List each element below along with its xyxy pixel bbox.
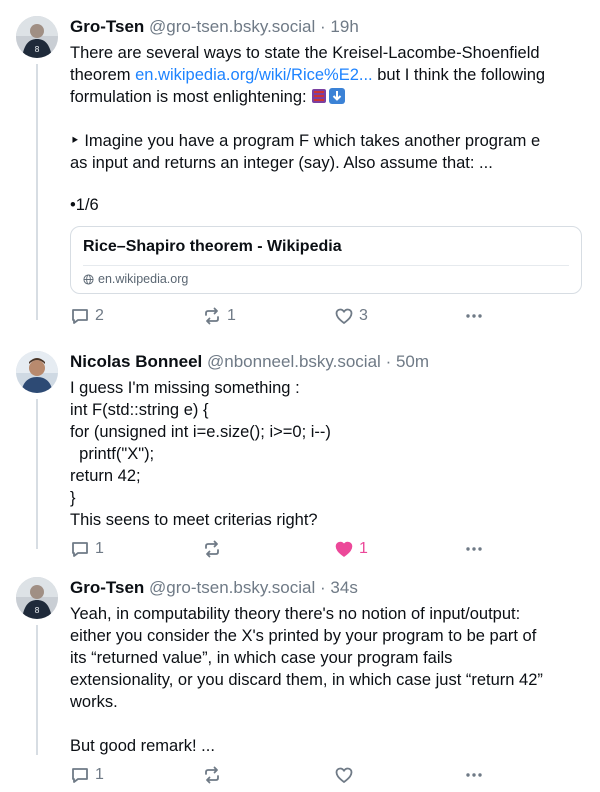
text-line: There are several ways to state the Krei… xyxy=(70,44,540,62)
svg-text:8: 8 xyxy=(34,606,39,615)
text-line: extensionality, or you discard them, in … xyxy=(70,671,543,689)
author-name[interactable]: Nicolas Bonneel xyxy=(70,352,202,371)
text-line: for (unsigned int i=e.size(); i>=0; i--) xyxy=(70,423,331,441)
avatar[interactable]: 8 xyxy=(16,16,58,58)
separator: · xyxy=(320,578,326,597)
post-time[interactable]: 34s xyxy=(330,578,357,597)
post-header: Nicolas Bonneel @nbonneel.bsky.social · … xyxy=(70,351,584,373)
card-domain: en.wikipedia.org xyxy=(83,272,569,286)
text-line: Yeah, in computability theory there's no… xyxy=(70,605,521,623)
text-line: printf("X"); xyxy=(70,445,155,463)
text-segment: but I think the following xyxy=(372,66,546,84)
text-line: works. xyxy=(70,693,118,711)
arrow-down-emoji-icon xyxy=(329,88,346,104)
inline-link[interactable]: en.wikipedia.org/wiki/Rice%E2... xyxy=(135,66,373,84)
avatar[interactable] xyxy=(16,351,58,393)
separator: · xyxy=(320,17,326,36)
post-header: Gro-Tsen @gro-tsen.bsky.social · 34s xyxy=(70,577,584,599)
card-domain-text: en.wikipedia.org xyxy=(98,272,189,286)
text-line: •1/6 xyxy=(70,196,99,214)
post-time[interactable]: 19h xyxy=(330,17,358,36)
svg-text:8: 8 xyxy=(34,45,39,54)
card-divider xyxy=(83,265,569,266)
post-time[interactable]: 50m xyxy=(396,352,429,371)
post[interactable]: 8 Gro-Tsen @gro-tsen.bsky.social · 19h T… xyxy=(0,0,600,325)
reply-button[interactable]: 1 xyxy=(70,765,202,785)
thread-line xyxy=(36,625,38,755)
more-icon xyxy=(466,773,482,777)
reply-icon xyxy=(72,768,88,783)
post-text: Yeah, in computability theory there's no… xyxy=(70,603,584,757)
author-name[interactable]: Gro-Tsen xyxy=(70,17,144,36)
author-name[interactable]: Gro-Tsen xyxy=(70,578,144,597)
thread-emoji-icon xyxy=(311,88,327,104)
thread-line xyxy=(36,399,38,549)
text-line: This seens to meet criterias right? xyxy=(70,511,318,529)
text-line: formulation is most enlightening: xyxy=(70,86,584,108)
text-line: return 42; xyxy=(70,467,141,485)
text-line: theorem en.wikipedia.org/wiki/Rice%E2...… xyxy=(70,64,584,86)
post[interactable]: Nicolas Bonneel @nbonneel.bsky.social · … xyxy=(0,314,600,558)
link-card[interactable]: Rice–Shapiro theorem - Wikipedia en.wiki… xyxy=(70,226,582,294)
text-segment: theorem xyxy=(70,66,136,84)
card-title: Rice–Shapiro theorem - Wikipedia xyxy=(83,238,342,255)
author-handle[interactable]: @nbonneel.bsky.social xyxy=(207,352,381,371)
repost-button[interactable] xyxy=(202,765,334,785)
text-line: its “returned value”, in which case your… xyxy=(70,649,453,667)
globe-icon xyxy=(83,273,94,285)
text-line: either you consider the X's printed by y… xyxy=(70,627,537,645)
text-line: I guess I'm missing something : xyxy=(70,379,300,397)
text-line: int F(std::string e) { xyxy=(70,401,209,419)
author-handle[interactable]: @gro-tsen.bsky.social xyxy=(149,578,315,597)
text-line: as input and returns an integer (say). A… xyxy=(70,154,493,172)
avatar[interactable]: 8 xyxy=(16,577,58,619)
repost-icon xyxy=(205,766,219,784)
reply-count: 1 xyxy=(95,766,104,783)
author-handle[interactable]: @gro-tsen.bsky.social xyxy=(149,17,315,36)
thread-line xyxy=(36,64,38,320)
more-button[interactable] xyxy=(464,765,484,785)
post-actions: 1 xyxy=(70,763,584,787)
post-text: I guess I'm missing something : int F(st… xyxy=(70,377,584,531)
heart-icon xyxy=(335,767,353,783)
text-line: ‣ Imagine you have a program F which tak… xyxy=(70,132,541,150)
like-button[interactable] xyxy=(334,765,464,785)
text-segment: formulation is most enlightening: xyxy=(70,88,312,106)
text-line: But good remark! ... xyxy=(70,737,215,755)
separator: · xyxy=(385,352,392,371)
text-line: } xyxy=(70,489,76,507)
post-text: There are several ways to state the Krei… xyxy=(70,42,584,216)
post[interactable]: 8 Gro-Tsen @gro-tsen.bsky.social · 34s Y… xyxy=(0,544,600,787)
post-header: Gro-Tsen @gro-tsen.bsky.social · 19h xyxy=(70,16,584,38)
